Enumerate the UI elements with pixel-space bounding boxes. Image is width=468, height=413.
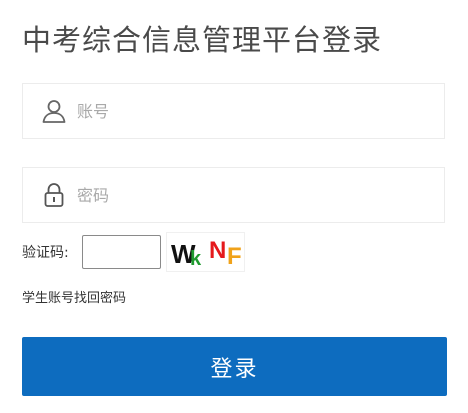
captcha-char: N — [209, 237, 227, 264]
login-button[interactable]: 登录 — [22, 337, 447, 396]
password-input[interactable] — [77, 178, 427, 212]
forgot-account-link[interactable]: 学生账号找回密码 — [22, 290, 126, 308]
password-field[interactable] — [22, 167, 445, 223]
lock-icon — [41, 182, 67, 208]
captcha-label: 验证码: — [22, 245, 69, 261]
username-input[interactable] — [77, 94, 427, 128]
captcha-input[interactable] — [82, 235, 161, 269]
username-field[interactable] — [22, 83, 445, 139]
user-icon — [41, 98, 67, 124]
captcha-char: F — [227, 243, 242, 270]
login-page: 中考综合信息管理平台登录 验证码: W k N F 学生账号找回密码 登录 — [0, 0, 468, 413]
captcha-char: k — [190, 248, 202, 270]
captcha-image[interactable]: W k N F — [166, 232, 245, 272]
page-title: 中考综合信息管理平台登录 — [22, 23, 383, 57]
